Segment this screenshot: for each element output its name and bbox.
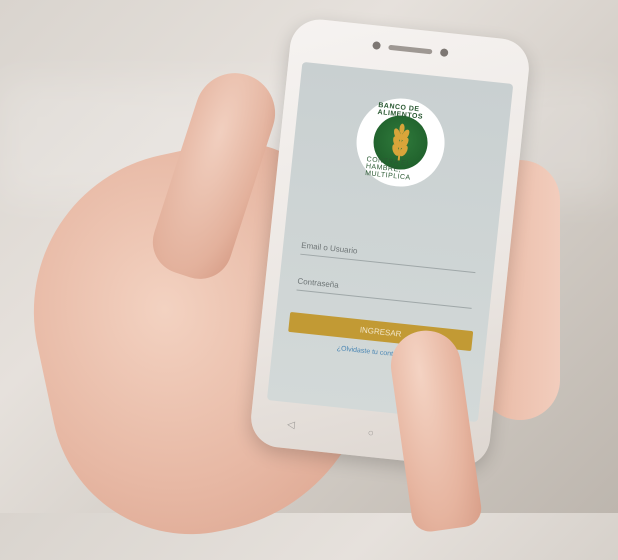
back-icon[interactable]: ◁ [287, 419, 296, 431]
earpiece-speaker [388, 44, 433, 55]
front-camera-icon [372, 41, 381, 50]
email-placeholder: Email o Usuario [300, 240, 358, 256]
status-bar [301, 62, 513, 96]
password-placeholder: Contraseña [297, 276, 340, 290]
logo-bottom-text: CONTRA EL HAMBRE, MULTIPLICA [364, 156, 411, 182]
password-field[interactable]: Contraseña [296, 276, 474, 309]
home-icon[interactable]: ○ [367, 427, 374, 439]
sensor-icon [439, 48, 449, 58]
app-logo: BANCO DE ALIMENTOS CONTRA EL HAMBRE, MUL… [352, 94, 449, 191]
email-field[interactable]: Email o Usuario [300, 240, 477, 274]
smartphone: BANCO DE ALIMENTOS CONTRA EL HAMBRE, MUL… [248, 16, 532, 470]
